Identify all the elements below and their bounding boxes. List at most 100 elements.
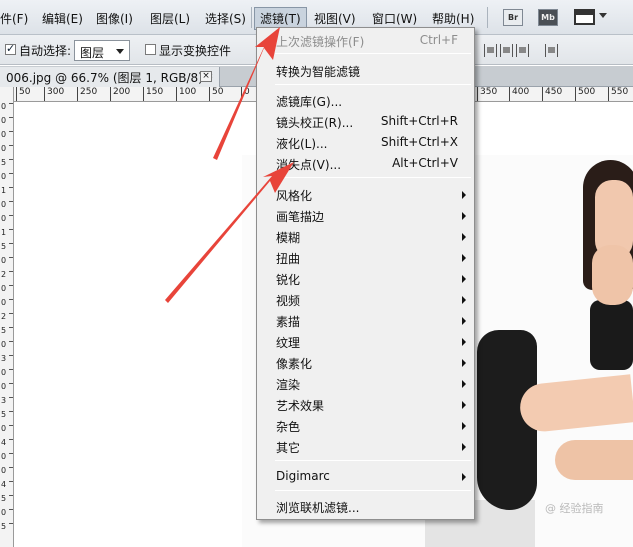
ruler-tick: 2: [1, 271, 13, 279]
menu-item-label: 镜头校正(R)...: [276, 116, 354, 130]
auto-select-value: 图层: [80, 46, 105, 60]
menu-help[interactable]: 帮助(H): [432, 10, 474, 27]
submenu-arrow-icon: [462, 254, 466, 262]
menu-edit[interactable]: 编辑(E): [42, 10, 83, 27]
ruler-tick: 50: [209, 87, 223, 101]
ruler-tick: 0: [1, 425, 13, 433]
ruler-tick: 50: [16, 87, 30, 101]
document-tab[interactable]: 006.jpg @ 66.7% (图层 1, RGB/8) *: [0, 67, 220, 87]
ruler-tick: 0: [1, 453, 13, 461]
menu-item-filter-gallery[interactable]: 滤镜库(G)...: [258, 90, 474, 111]
menu-item-pixelate[interactable]: 像素化: [258, 352, 474, 373]
ruler-tick: 0: [1, 201, 13, 209]
align-vertical-center-icon[interactable]: [500, 44, 513, 57]
ruler-tick: 3: [1, 397, 13, 405]
ruler-tick: 550: [608, 87, 628, 101]
menu-item-label: 锐化: [276, 273, 301, 287]
bridge-button[interactable]: Br: [503, 9, 523, 26]
ruler-tick: 250: [77, 87, 97, 101]
menubar-divider: [251, 7, 252, 28]
menu-item-label: Digimarc: [276, 469, 330, 483]
photo-arm: [592, 245, 633, 305]
menu-item-brush-strokes[interactable]: 画笔描边: [258, 205, 474, 226]
menu-item-convert-smart-filter[interactable]: 转换为智能滤镜: [258, 60, 474, 81]
auto-select-dropdown[interactable]: 图层: [74, 40, 130, 61]
menu-item-label: 视频: [276, 294, 301, 308]
menu-item-label: 素描: [276, 315, 301, 329]
menu-item-label: 杂色: [276, 420, 301, 434]
chevron-down-icon[interactable]: [599, 13, 607, 18]
menu-item-texture[interactable]: 纹理: [258, 331, 474, 352]
menu-item-noise[interactable]: 杂色: [258, 415, 474, 436]
menu-layer[interactable]: 图层(L): [150, 10, 190, 27]
menubar-divider: [487, 7, 488, 28]
menu-item-browse-filters-online[interactable]: 浏览联机滤镜...: [258, 496, 474, 517]
menu-item-digimarc[interactable]: Digimarc: [258, 466, 474, 487]
auto-align-icon[interactable]: [545, 44, 558, 57]
menu-item-label: 液化(L)...: [276, 137, 328, 151]
menu-item-video[interactable]: 视频: [258, 289, 474, 310]
menu-item-label: 艺术效果: [276, 399, 325, 413]
menu-item-label: 风格化: [276, 189, 313, 203]
menu-item-artistic[interactable]: 艺术效果: [258, 394, 474, 415]
menu-item-label: 渲染: [276, 378, 301, 392]
menu-item-last-filter[interactable]: 上次滤镜操作(F) Ctrl+F: [258, 30, 474, 51]
menu-item-shortcut: Ctrl+F: [419, 33, 458, 47]
close-icon[interactable]: ×: [200, 71, 212, 82]
menu-item-label: 滤镜库(G)...: [276, 95, 343, 109]
menu-item-render[interactable]: 渲染: [258, 373, 474, 394]
menu-item-vanishing-point[interactable]: 消失点(V)... Alt+Ctrl+V: [258, 153, 474, 174]
ruler-tick: 0: [1, 369, 13, 377]
arrange-documents-icon[interactable]: [574, 9, 595, 25]
ruler-tick: 0: [1, 341, 13, 349]
ruler-tick: 1: [1, 187, 13, 195]
ruler-tick: 5: [1, 159, 13, 167]
ruler-tick: 5: [1, 243, 13, 251]
ruler-tick: 0: [1, 383, 13, 391]
submenu-arrow-icon: [462, 473, 466, 481]
menu-item-sharpen[interactable]: 锐化: [258, 268, 474, 289]
menu-item-stylize[interactable]: 风格化: [258, 184, 474, 205]
submenu-arrow-icon: [462, 359, 466, 367]
submenu-arrow-icon: [462, 443, 466, 451]
menu-image[interactable]: 图像(I): [96, 10, 133, 27]
submenu-arrow-icon: [462, 380, 466, 388]
menu-file[interactable]: 件(F): [0, 10, 28, 27]
ruler-tick: 300: [44, 87, 64, 101]
align-bottom-icon[interactable]: [516, 44, 529, 57]
align-top-icon[interactable]: [484, 44, 497, 57]
menu-select[interactable]: 选择(S): [205, 10, 246, 27]
ruler-tick: 0: [1, 173, 13, 181]
show-transform-label: 显示变换控件: [159, 44, 232, 58]
menu-item-liquify[interactable]: 液化(L)... Shift+Ctrl+X: [258, 132, 474, 153]
menu-item-sketch[interactable]: 素描: [258, 310, 474, 331]
menu-window[interactable]: 窗口(W): [372, 10, 417, 27]
auto-select-checkbox[interactable]: [5, 42, 16, 55]
ruler-tick: 1: [1, 229, 13, 237]
submenu-arrow-icon: [462, 296, 466, 304]
photo-leg: [555, 440, 633, 480]
menu-item-distort[interactable]: 扭曲: [258, 247, 474, 268]
ruler-tick: 100: [176, 87, 196, 101]
menu-separator: [275, 84, 471, 85]
ruler-tick: 0: [1, 467, 13, 475]
menu-view[interactable]: 视图(V): [314, 10, 356, 27]
menu-item-shortcut: Alt+Ctrl+V: [392, 156, 458, 170]
menu-item-lens-correction[interactable]: 镜头校正(R)... Shift+Ctrl+R: [258, 111, 474, 132]
menu-item-other[interactable]: 其它: [258, 436, 474, 457]
menu-separator: [275, 53, 471, 54]
ruler-tick: 0: [1, 215, 13, 223]
menu-item-blur[interactable]: 模糊: [258, 226, 474, 247]
minibridge-button[interactable]: Mb: [538, 9, 558, 26]
menu-item-label: 浏览联机滤镜...: [276, 501, 360, 515]
ruler-tick: 5: [1, 327, 13, 335]
ruler-tick: 5: [1, 523, 13, 531]
menu-item-label: 纹理: [276, 336, 301, 350]
ruler-tick: 0: [1, 103, 13, 111]
show-transform-checkbox[interactable]: [145, 44, 156, 55]
chevron-down-icon: [116, 49, 124, 54]
menu-item-label: 消失点(V)...: [276, 158, 342, 172]
ruler-tick: 0: [1, 145, 13, 153]
ruler-tick: 0: [1, 299, 13, 307]
menu-item-label: 像素化: [276, 357, 313, 371]
